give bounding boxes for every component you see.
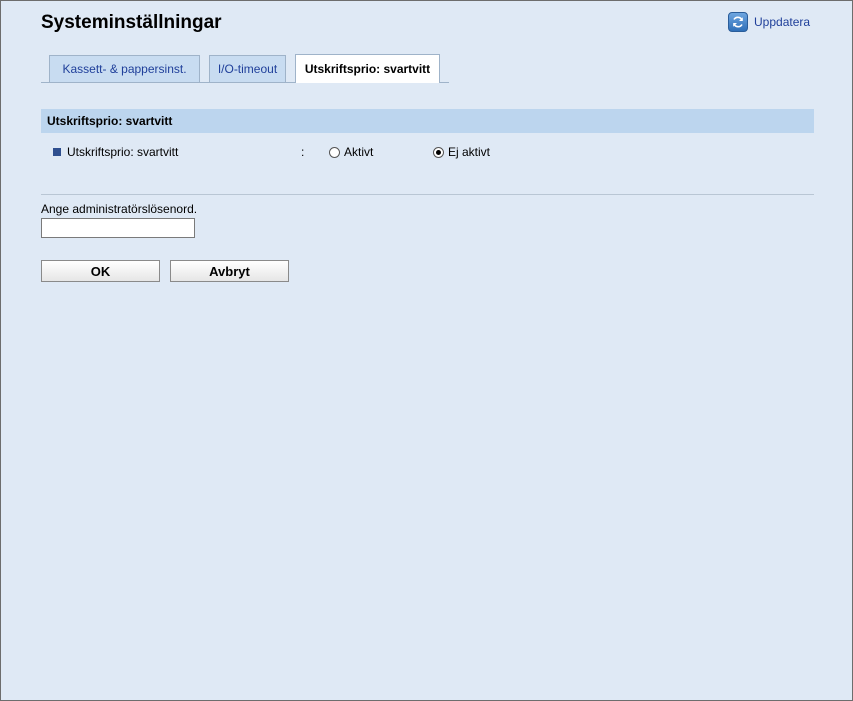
refresh-icon[interactable] <box>728 12 748 32</box>
radio-inactive-label[interactable]: Ej aktivt <box>448 145 490 159</box>
refresh-label[interactable]: Uppdatera <box>754 15 810 29</box>
page-title: Systeminställningar <box>41 12 222 33</box>
ok-button[interactable]: OK <box>41 260 160 282</box>
radio-inactive[interactable] <box>433 146 444 158</box>
page-frame: Systeminställningar Uppdatera Kassett- &… <box>0 0 853 701</box>
setting-row-print-priority: Utskriftsprio: svartvitt : Aktivt Ej akt… <box>53 145 813 161</box>
cancel-button[interactable]: Avbryt <box>170 260 289 282</box>
divider <box>41 194 814 195</box>
admin-password-input[interactable] <box>41 218 195 238</box>
square-bullet-icon <box>53 148 61 156</box>
refresh-link[interactable]: Uppdatera <box>728 12 810 32</box>
tab-print-priority-bw[interactable]: Utskriftsprio: svartvitt <box>295 54 440 83</box>
setting-separator: : <box>301 145 305 159</box>
radio-active[interactable] <box>329 146 340 158</box>
setting-label: Utskriftsprio: svartvitt <box>67 145 179 159</box>
radio-option-inactive[interactable]: Ej aktivt <box>433 145 490 159</box>
section-header: Utskriftsprio: svartvitt <box>41 109 814 133</box>
radio-active-label[interactable]: Aktivt <box>344 145 373 159</box>
tab-cassette-paper[interactable]: Kassett- & pappersinst. <box>49 55 200 82</box>
tab-bar: Kassett- & pappersinst. I/O-timeout Utsk… <box>41 54 814 83</box>
password-label: Ange administratörslösenord. <box>41 202 198 216</box>
radio-option-active[interactable]: Aktivt <box>329 145 373 159</box>
tab-io-timeout[interactable]: I/O-timeout <box>209 55 286 82</box>
